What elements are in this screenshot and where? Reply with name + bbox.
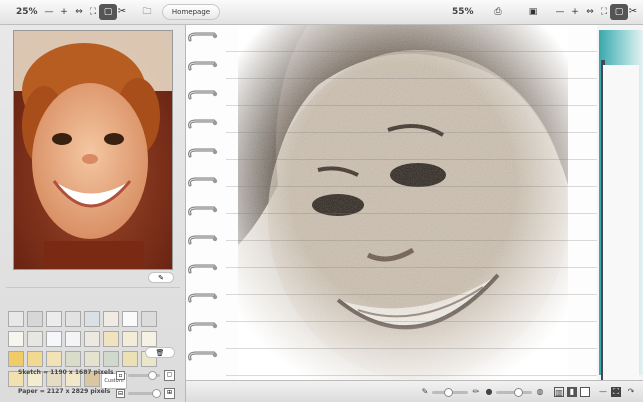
paper-swatch[interactable] xyxy=(84,351,100,367)
expand-icon: ⊞ xyxy=(164,388,175,399)
paper-swatch[interactable] xyxy=(141,331,157,347)
scissors-icon: ✂ xyxy=(117,6,127,17)
frame-style-3-button[interactable] xyxy=(580,387,590,397)
paper-swatch[interactable] xyxy=(65,351,81,367)
paper-swatch[interactable] xyxy=(27,331,43,347)
page-scroller[interactable] xyxy=(597,25,643,385)
paper-swatch[interactable] xyxy=(46,331,62,347)
homepage-button[interactable]: Homepage xyxy=(162,4,220,20)
rotate-button[interactable]: ↷ xyxy=(626,387,636,397)
printer-icon: ⎙ xyxy=(494,7,502,17)
rotate-icon: ↷ xyxy=(627,387,635,396)
slider-knob[interactable] xyxy=(148,371,157,380)
fullscreen-button[interactable]: ⛶ xyxy=(611,387,621,397)
spiral-ring xyxy=(188,177,218,187)
spiral-ring xyxy=(188,322,218,332)
edit-photo-button[interactable]: ✎ xyxy=(148,272,174,283)
paper-swatch[interactable] xyxy=(122,351,138,367)
spiral-ring xyxy=(188,206,218,216)
scissors-icon: ✂ xyxy=(628,6,638,17)
top-toolbar: 25% — + ⇔ ⛶ ▢ ✂ 🗀 Homepage 55% ⎙ ▣ — + ⇔… xyxy=(0,0,643,25)
ruled-lines xyxy=(226,25,597,380)
save-button[interactable]: ▣ xyxy=(524,4,542,20)
panel-divider xyxy=(6,287,180,288)
sketch-size-slider[interactable] xyxy=(128,371,160,380)
spiral-ring xyxy=(188,264,218,274)
contrast-low-icon: ● xyxy=(485,387,493,396)
slider-knob[interactable] xyxy=(514,388,523,397)
source-panel: ✎ Custom 🗑 Sketch = 1190 x 1687 pixels ▫… xyxy=(0,25,186,402)
spiral-ring xyxy=(188,90,218,100)
spiral-ring xyxy=(188,119,218,129)
shrink-icon: ⊟ xyxy=(116,389,125,398)
spiral-ring xyxy=(188,61,218,71)
spiral-ring xyxy=(188,235,218,245)
paper-swatch[interactable] xyxy=(46,311,62,327)
folder-icon: 🗀 xyxy=(142,7,152,17)
paper-size-text: Paper = 2127 x 2829 pixels xyxy=(18,388,111,395)
paper-swatch[interactable] xyxy=(84,331,100,347)
source-photo-image xyxy=(14,31,172,269)
spiral-ring xyxy=(188,351,218,361)
pencil-strength-slider[interactable] xyxy=(432,388,468,397)
teal-page-edge xyxy=(599,30,643,385)
next-page[interactable] xyxy=(603,65,639,385)
open-folder-button[interactable]: 🗀 xyxy=(138,4,156,20)
trash-icon: 🗑 xyxy=(155,348,165,357)
slider-knob[interactable] xyxy=(152,389,161,398)
spiral-ring xyxy=(188,32,218,42)
pencil-light-icon: ✎ xyxy=(421,387,429,396)
color-wheel-icon: ◍ xyxy=(536,387,544,396)
paper-swatch[interactable] xyxy=(103,351,119,367)
slider-knob[interactable] xyxy=(444,388,453,397)
spiral-ring xyxy=(188,148,218,158)
left-zoom-level: 25% xyxy=(16,7,38,17)
paper-size-slider[interactable] xyxy=(128,389,161,398)
save-icon: ▣ xyxy=(528,7,538,17)
bottom-toolbar: ✎ ✏ ● ◍ ▥ ▮ — ⛶ ↷ xyxy=(186,380,643,402)
sketch-canvas[interactable] xyxy=(186,25,597,380)
paper-swatch[interactable] xyxy=(8,351,24,367)
pencil-dark-icon: ✏ xyxy=(472,387,480,396)
paper-swatch[interactable] xyxy=(122,331,138,347)
small-image-icon: ▫ xyxy=(116,371,125,380)
minimize-button[interactable]: — xyxy=(598,387,608,397)
paper-swatch[interactable] xyxy=(122,311,138,327)
paper-swatch[interactable] xyxy=(103,311,119,327)
right-crop-button[interactable]: ✂ xyxy=(624,4,642,20)
paper-swatch[interactable] xyxy=(84,311,100,327)
paper-swatch[interactable] xyxy=(8,311,24,327)
spiral-ring xyxy=(188,293,218,303)
paper-swatch[interactable] xyxy=(8,331,24,347)
sketch-size-text: Sketch = 1190 x 1687 pixels xyxy=(18,369,114,376)
frame-style-1-button[interactable]: ▥ xyxy=(554,387,564,397)
source-photo[interactable] xyxy=(13,30,173,270)
paper-swatch[interactable] xyxy=(141,311,157,327)
paper-swatch[interactable] xyxy=(65,311,81,327)
delete-paper-button[interactable]: 🗑 xyxy=(145,347,175,358)
large-image-icon: ▢ xyxy=(164,370,175,381)
paper-swatch[interactable] xyxy=(46,351,62,367)
paper-swatch[interactable] xyxy=(103,331,119,347)
right-zoom-level: 55% xyxy=(452,7,474,17)
crop-button[interactable]: ✂ xyxy=(113,4,131,20)
pencil-icon: ✎ xyxy=(158,273,164,282)
paper-swatch[interactable] xyxy=(65,331,81,347)
frame-style-2-button[interactable]: ▮ xyxy=(567,387,577,397)
paper-swatch[interactable] xyxy=(27,351,43,367)
print-button[interactable]: ⎙ xyxy=(489,4,507,20)
paper-swatch[interactable] xyxy=(27,311,43,327)
contrast-slider[interactable] xyxy=(496,388,532,397)
